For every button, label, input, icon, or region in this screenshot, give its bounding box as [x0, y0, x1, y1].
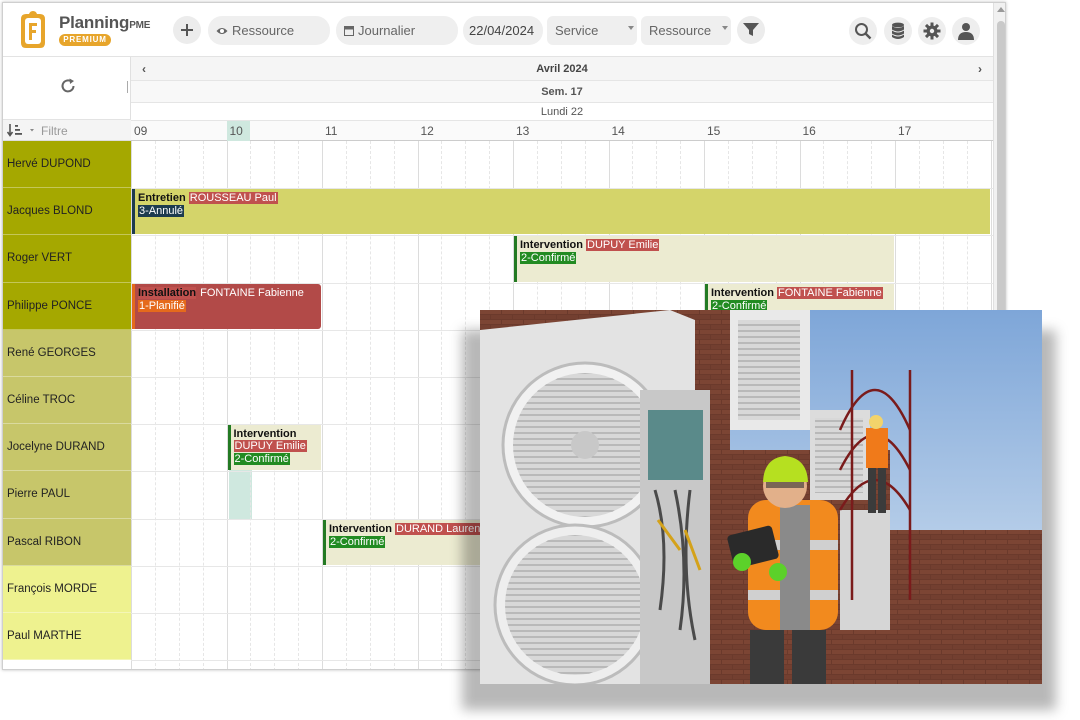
- view-mode-text: Journalier: [358, 23, 416, 38]
- resource-row[interactable]: Jocelyne DURAND: [3, 424, 131, 472]
- hour-label: 14: [611, 124, 625, 138]
- chevron-left-icon: ‹: [142, 62, 146, 76]
- eye-icon: [216, 26, 228, 36]
- resource-row[interactable]: François MORDE: [3, 565, 131, 613]
- date-text: 22/04/2024: [469, 23, 535, 38]
- event-status-badge: 3-Annulé: [138, 205, 185, 218]
- brand-name: PlanningPME: [59, 13, 151, 32]
- sort-amount-icon: [6, 124, 34, 137]
- chevron-right-icon: ›: [978, 62, 982, 76]
- gear-icon: [923, 22, 941, 40]
- resource-select[interactable]: Ressource: [641, 16, 731, 45]
- resource-row[interactable]: René GEORGES: [3, 329, 131, 377]
- user-icon: [958, 23, 974, 40]
- chevron-down-icon: [628, 26, 634, 30]
- settings-button[interactable]: [918, 17, 946, 45]
- service-select-text: Service: [555, 23, 599, 38]
- resource-select-text: Ressource: [649, 23, 712, 38]
- day-label: Lundi 22: [131, 103, 993, 121]
- month-row: ‹ Avril 2024 ›: [131, 57, 993, 81]
- plus-icon: [181, 24, 193, 36]
- event-client: ROUSSEAU Paul: [188, 192, 278, 205]
- event-status-badge: 2-Confirmé: [520, 252, 577, 265]
- resource-search-text: Ressource: [232, 23, 295, 38]
- chevron-down-icon: [722, 26, 728, 30]
- event-client: FONTAINE Fabienne: [200, 286, 304, 299]
- hour-label: 17: [898, 124, 912, 138]
- hour-row: 09 10 11 12 13 14 15 16 17: [131, 121, 993, 141]
- event-type: Intervention: [329, 522, 392, 535]
- resource-row[interactable]: Hervé DUPOND: [3, 141, 131, 189]
- resource-row[interactable]: Roger VERT: [3, 235, 131, 283]
- add-button[interactable]: [173, 16, 201, 44]
- refresh-icon: [61, 78, 75, 93]
- refresh-button[interactable]: [59, 77, 77, 98]
- event-client: FONTAINE Fabienne: [777, 286, 883, 299]
- filter-button[interactable]: [737, 16, 765, 44]
- database-icon: [891, 22, 905, 39]
- event-type: Entretien: [138, 192, 186, 205]
- event-status-badge: 1-Planifié: [138, 299, 186, 312]
- next-button[interactable]: ›: [967, 57, 993, 81]
- event-client: DUPUY Emilie: [586, 239, 660, 252]
- event-type: Installation: [138, 286, 197, 299]
- sort-button[interactable]: [6, 123, 37, 140]
- event-status-badge: 2-Confirmé: [329, 535, 386, 548]
- hour-label: 10: [226, 121, 250, 141]
- technician-photo: [480, 310, 1042, 684]
- user-button[interactable]: [952, 17, 980, 45]
- service-select[interactable]: Service: [547, 16, 637, 45]
- search-button[interactable]: [849, 17, 877, 45]
- view-mode-select[interactable]: Journalier: [336, 16, 458, 45]
- planning-event[interactable]: Intervention DUPUY Emilie 2-Confirmé: [514, 236, 894, 282]
- resource-row[interactable]: Pascal RIBON: [3, 518, 131, 566]
- hour-label: 11: [325, 124, 338, 138]
- top-toolbar: PlanningPME PREMIUM Ressource Journalier…: [3, 3, 1005, 57]
- planning-event[interactable]: Entretien ROUSSEAU Paul 3-Annulé: [132, 189, 990, 235]
- month-label: Avril 2024: [536, 63, 588, 75]
- premium-badge: PREMIUM: [59, 34, 111, 46]
- calendar-icon: [344, 25, 354, 36]
- event-client: DUPUY Emilie: [233, 440, 307, 453]
- event-type: Intervention: [233, 428, 297, 441]
- previous-button[interactable]: ‹: [131, 57, 157, 81]
- resize-handle[interactable]: [127, 81, 129, 93]
- resource-filter-input[interactable]: Filtre: [41, 124, 68, 138]
- hour-label: 09: [134, 124, 148, 138]
- database-button[interactable]: [884, 17, 912, 45]
- event-type: Intervention: [711, 286, 774, 299]
- date-input[interactable]: 22/04/2024: [463, 16, 543, 45]
- week-label: Sem. 17: [131, 81, 993, 103]
- resource-panel-header: Filtre: [3, 57, 131, 141]
- resource-search-input[interactable]: Ressource: [208, 16, 330, 45]
- resource-row[interactable]: Pierre PAUL: [3, 471, 131, 519]
- resource-row[interactable]: Philippe PONCE: [3, 282, 131, 330]
- hour-label: 16: [802, 124, 816, 138]
- hour-label: 15: [707, 124, 721, 138]
- event-status-badge: 2-Confirmé: [233, 453, 290, 466]
- planningpme-logo-icon: [21, 11, 45, 48]
- funnel-icon: [743, 23, 759, 36]
- planning-event[interactable]: Installation FONTAINE Fabienne 1-Planifié: [132, 283, 321, 329]
- planning-event[interactable]: Intervention DUPUY Emilie 2-Confirmé: [227, 425, 321, 471]
- sort-filter-row: Filtre: [3, 119, 131, 141]
- hour-label: 13: [516, 124, 530, 138]
- scroll-up-icon[interactable]: [997, 7, 1005, 12]
- resource-row[interactable]: Jacques BLOND: [3, 188, 131, 236]
- calendar-header: ‹ Avril 2024 › Sem. 17 Lundi 22 09 10 11 12…: [131, 57, 993, 141]
- resource-list: Hervé DUPOND Jacques BLOND Roger VERT Phili…: [3, 141, 131, 661]
- resource-row[interactable]: Paul MARTHE: [3, 612, 131, 661]
- search-icon: [855, 23, 872, 40]
- resource-row[interactable]: Céline TROC: [3, 376, 131, 425]
- heat-pump-technician-illustration: [480, 310, 1042, 684]
- hour-label: 12: [420, 124, 434, 138]
- event-type: Intervention: [520, 239, 583, 252]
